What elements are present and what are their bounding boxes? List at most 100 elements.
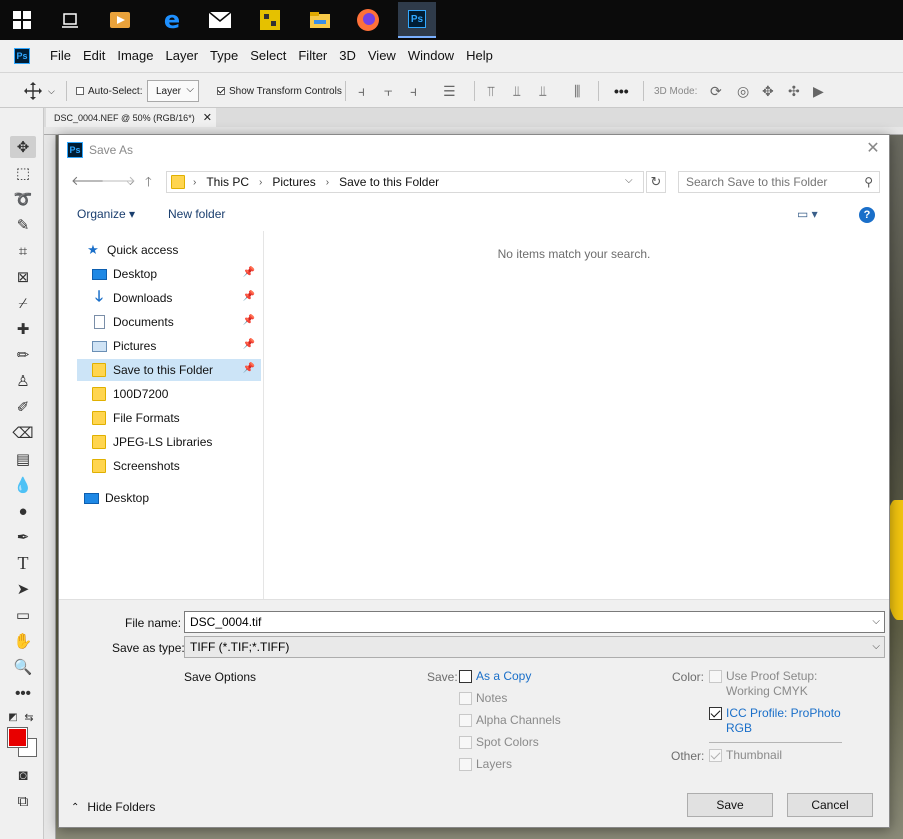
edit-toolbar-icon[interactable]: ••• [10, 682, 36, 704]
file-list[interactable]: No items match your search. [264, 231, 888, 599]
nav-item-desktop[interactable]: Desktop 📌 [77, 263, 261, 285]
eyedropper-tool-icon[interactable]: ⌿ [10, 292, 36, 314]
task-view-icon[interactable] [54, 4, 86, 36]
auto-select-target-dropdown[interactable]: Layer [147, 80, 199, 102]
nav-item-jpeg-ls-libraries[interactable]: JPEG-LS Libraries [77, 431, 261, 453]
zoom-tool-icon[interactable]: 🔍 [10, 656, 36, 678]
align-middle-icon[interactable]: ⫫ [513, 73, 521, 109]
nav-desktop-root[interactable]: Desktop [83, 487, 267, 509]
dialog-titlebar[interactable]: Ps Save As ✕ [59, 135, 889, 165]
gradient-tool-icon[interactable]: ▤ [10, 448, 36, 470]
breadcrumb-chevron-icon[interactable]: › [193, 177, 196, 188]
file-explorer-icon[interactable] [304, 4, 336, 36]
align-top-icon[interactable]: ⫪ [487, 73, 495, 109]
save-button[interactable]: Save [687, 793, 773, 817]
quick-mask-icon[interactable]: ◙ [10, 764, 36, 786]
nav-item-screenshots[interactable]: Screenshots [77, 455, 261, 477]
media-player-icon[interactable] [104, 4, 136, 36]
cancel-button[interactable]: Cancel [787, 793, 873, 817]
help-icon[interactable]: ? [859, 207, 875, 223]
align-right-icon[interactable]: ⫞ [410, 73, 417, 109]
pin-icon[interactable]: 📌 [243, 339, 255, 350]
breadcrumb-chevron-icon[interactable]: › [326, 177, 329, 188]
menu-select[interactable]: Select [244, 40, 292, 72]
document-tab[interactable]: DSC_0004.NEF @ 50% (RGB/16*) ✕ [46, 108, 216, 127]
nav-item-100d7200[interactable]: 100D7200 [77, 383, 261, 405]
windows-start-icon[interactable] [6, 4, 38, 36]
foreground-color-swatch[interactable] [7, 727, 28, 748]
blur-tool-icon[interactable]: 💧 [10, 474, 36, 496]
3d-pan-icon[interactable]: ✥ [762, 73, 774, 109]
menu-filter[interactable]: Filter [292, 40, 333, 72]
menu-help[interactable]: Help [460, 40, 499, 72]
crop-tool-icon[interactable]: ⌗ [10, 240, 36, 262]
icc-profile-checkbox[interactable]: ICC Profile: ProPhoto RGB [709, 706, 841, 736]
swap-colors-icon[interactable]: ⇆ [22, 706, 36, 728]
nav-quick-access[interactable]: ★ Quick access [85, 239, 269, 261]
chevron-down-icon[interactable]: ⌵ [872, 641, 880, 652]
pin-icon[interactable]: 📌 [243, 267, 255, 278]
brush-tool-icon[interactable]: ✏ [10, 344, 36, 366]
search-input[interactable] [686, 175, 856, 189]
mail-icon[interactable] [204, 4, 236, 36]
menu-edit[interactable]: Edit [77, 40, 111, 72]
alpha-channels-checkbox[interactable]: Alpha Channels [459, 713, 561, 728]
notes-checkbox[interactable]: Notes [459, 691, 507, 706]
menu-3d[interactable]: 3D [333, 40, 362, 72]
search-box[interactable]: ⚲ [678, 171, 880, 193]
more-options-button[interactable]: ••• [614, 73, 629, 109]
nav-item-documents[interactable]: Documents 📌 [77, 311, 261, 333]
breadcrumb-save-folder[interactable]: Save to this Folder [339, 175, 439, 189]
file-name-input[interactable]: DSC_0004.tif ⌵ [184, 611, 885, 633]
hand-tool-icon[interactable]: ✋ [10, 630, 36, 652]
eraser-tool-icon[interactable]: ⌫ [10, 422, 36, 444]
pin-icon[interactable]: 📌 [243, 291, 255, 302]
breadcrumb-pictures[interactable]: Pictures [272, 175, 315, 189]
auto-select-checkbox[interactable]: Auto-Select: [76, 73, 142, 109]
breadcrumb-this-pc[interactable]: This PC [206, 175, 249, 189]
menu-layer[interactable]: Layer [160, 40, 205, 72]
pin-icon[interactable]: 📌 [243, 315, 255, 326]
lasso-tool-icon[interactable]: ➰ [10, 188, 36, 210]
align-bottom-icon[interactable]: ⫫ [539, 73, 547, 109]
new-folder-button[interactable]: New folder [168, 207, 225, 221]
organize-button[interactable]: Organize ▾ [77, 207, 135, 221]
nav-item-downloads[interactable]: 🡓 Downloads 📌 [77, 287, 261, 309]
search-icon[interactable]: ⚲ [864, 175, 873, 189]
move-tool-icon[interactable]: ✥ [10, 136, 36, 158]
distribute-vertical-icon[interactable]: ⫼ [574, 73, 580, 109]
move-tool-preset-icon[interactable]: ⌵ [24, 73, 55, 109]
path-selection-tool-icon[interactable]: ➤ [10, 578, 36, 600]
menu-window[interactable]: Window [402, 40, 460, 72]
marquee-tool-icon[interactable]: ⬚ [10, 162, 36, 184]
view-options-icon[interactable]: ▭ ▾ [797, 207, 818, 221]
pen-tool-icon[interactable]: ✒ [10, 526, 36, 548]
save-as-type-select[interactable]: TIFF (*.TIF;*.TIFF) ⌵ [184, 636, 885, 658]
type-tool-icon[interactable]: T [10, 552, 36, 574]
menu-file[interactable]: File [44, 40, 77, 72]
nav-item-pictures[interactable]: Pictures 📌 [77, 335, 261, 357]
default-colors-icon[interactable]: ◩ [6, 706, 20, 728]
hide-folders-button[interactable]: ⌃ Hide Folders [71, 800, 155, 814]
history-brush-tool-icon[interactable]: ✐ [10, 396, 36, 418]
as-a-copy-checkbox[interactable]: As a Copy [459, 669, 531, 684]
quick-select-tool-icon[interactable]: ✎ [10, 214, 36, 236]
clone-stamp-tool-icon[interactable]: ♙ [10, 370, 36, 392]
menu-image[interactable]: Image [111, 40, 159, 72]
nav-item-save-to-this-folder[interactable]: Save to this Folder 📌 [77, 359, 261, 381]
close-document-icon[interactable]: ✕ [203, 111, 212, 124]
distribute-icon[interactable]: ☰ [443, 73, 456, 109]
close-icon[interactable]: ✕ [863, 139, 883, 159]
spot-colors-checkbox[interactable]: Spot Colors [459, 735, 539, 750]
address-bar[interactable]: › This PC › Pictures › Save to this Fold… [166, 171, 644, 193]
thumbnail-checkbox[interactable]: Thumbnail [709, 748, 782, 763]
menu-type[interactable]: Type [204, 40, 244, 72]
layers-checkbox[interactable]: Layers [459, 757, 512, 772]
nav-item-file-formats[interactable]: File Formats [77, 407, 261, 429]
use-proof-setup-checkbox[interactable]: Use Proof Setup: Working CMYK [709, 669, 817, 699]
app-icon[interactable] [254, 4, 286, 36]
recent-locations-chevron-icon[interactable]: ⌵ [127, 177, 134, 188]
3d-camera-icon[interactable]: ▶ [813, 73, 824, 109]
healing-brush-tool-icon[interactable]: ✚ [10, 318, 36, 340]
firefox-icon[interactable] [352, 4, 384, 36]
